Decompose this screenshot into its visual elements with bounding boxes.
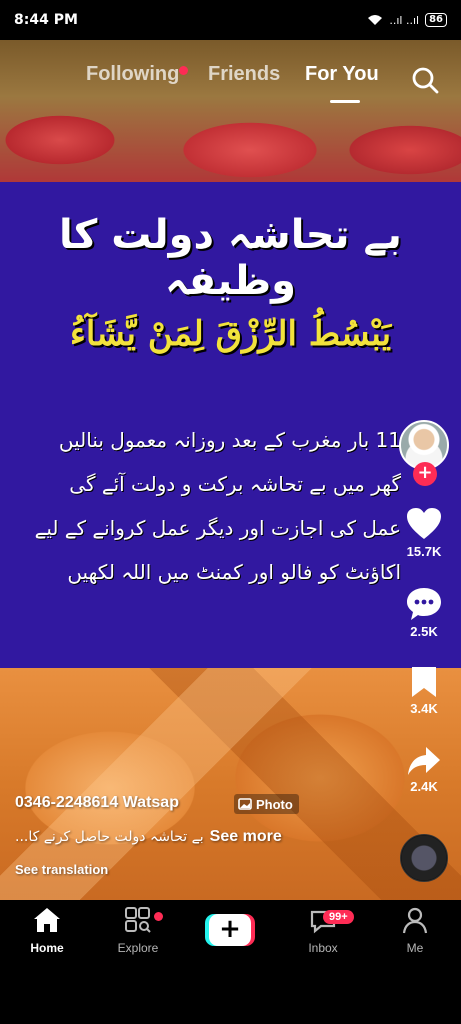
profile-icon [402, 907, 428, 934]
nav-me-label: Me [406, 941, 424, 955]
active-tab-indicator [330, 100, 360, 103]
nav-explore[interactable]: Explore [98, 906, 178, 955]
home-icon [34, 908, 60, 932]
battery-icon: 86 [425, 13, 447, 27]
author-name[interactable]: 0346-2248614 Watsap [15, 794, 179, 812]
caption[interactable]: بے تحاشہ دولت حاصل کرنے کا... See more [15, 828, 282, 846]
fruit-image-top [0, 40, 461, 182]
following-notification-dot [179, 66, 188, 75]
status-time: 8:44 PM [14, 12, 78, 28]
post-verse: يَبْسُطُ الرِّزْقَ لِمَنْ يَّشَآءُ [69, 314, 392, 354]
save-button[interactable]: 3.4K [395, 665, 453, 716]
nav-explore-label: Explore [117, 941, 159, 955]
status-bar: 8:44 PM ..ıl ..ıl 86 [0, 0, 461, 40]
music-disc-icon[interactable] [400, 834, 448, 882]
share-arrow-icon [408, 747, 440, 775]
post-image-panel: بے تحاشہ دولت کا وظیفہ يَبْسُطُ الرِّزْق… [0, 182, 461, 668]
bookmark-icon [412, 667, 436, 697]
create-button[interactable]: + [205, 914, 255, 946]
nav-home[interactable]: Home [7, 906, 87, 955]
nav-inbox[interactable]: 99+ Inbox [283, 906, 363, 955]
tab-friends[interactable]: Friends [208, 63, 280, 86]
post-line: 11 بار مغرب کے بعد روزانہ معمول بنالیں [58, 428, 401, 452]
explore-notification-dot [154, 912, 163, 921]
nav-me[interactable]: Me [375, 906, 455, 955]
comment-button[interactable]: 2.5K [395, 586, 453, 639]
wifi-icon [368, 15, 383, 25]
image-icon [238, 798, 252, 810]
comment-icon [407, 588, 441, 620]
nav-inbox-label: Inbox [308, 941, 338, 955]
comment-count: 2.5K [410, 624, 438, 639]
search-icon[interactable] [410, 65, 440, 95]
top-nav: Following Friends For You [0, 63, 461, 103]
post-line: اکاؤنٹ کو فالو اور کمنٹ میں اللہ لکھیں [67, 560, 401, 584]
see-more-link[interactable]: See more [210, 828, 282, 846]
video-area[interactable]: بے تحاشہ دولت کا وظیفہ يَبْسُطُ الرِّزْق… [0, 40, 461, 900]
post-line: عمل کی اجازت اور دیگر عمل کروانے کے لیے [34, 516, 401, 540]
share-button[interactable]: 2.4K [395, 745, 453, 794]
like-count: 15.7K [406, 544, 442, 559]
photo-tag[interactable]: Photo [234, 794, 299, 814]
post-title: بے تحاشہ دولت کا وظیفہ [59, 212, 402, 304]
heart-icon [407, 508, 441, 539]
inbox-badge: 99+ [323, 910, 354, 924]
tab-following[interactable]: Following [86, 63, 179, 86]
caption-text: بے تحاشہ دولت حاصل کرنے کا... [15, 829, 204, 845]
gesture-area [0, 964, 461, 1024]
see-translation-link[interactable]: See translation [15, 862, 108, 877]
photo-tag-label: Photo [256, 796, 293, 812]
follow-button[interactable]: + [413, 462, 437, 486]
post-lines: 11 بار مغرب کے بعد روزانہ معمول بنالیں گ… [21, 418, 401, 594]
share-count: 2.4K [410, 779, 438, 794]
tab-for-you[interactable]: For You [305, 63, 379, 86]
signal-icon: ..ıl ..ıl [389, 13, 420, 27]
like-button[interactable]: 15.7K [395, 506, 453, 559]
post-line: گھر میں بے تحاشہ برکت و دولت آئے گی [69, 472, 401, 496]
explore-icon [125, 907, 151, 933]
plus-icon: + [209, 914, 251, 946]
status-icons: ..ıl ..ıl 86 [367, 13, 447, 27]
nav-home-label: Home [30, 941, 64, 955]
save-count: 3.4K [410, 701, 438, 716]
